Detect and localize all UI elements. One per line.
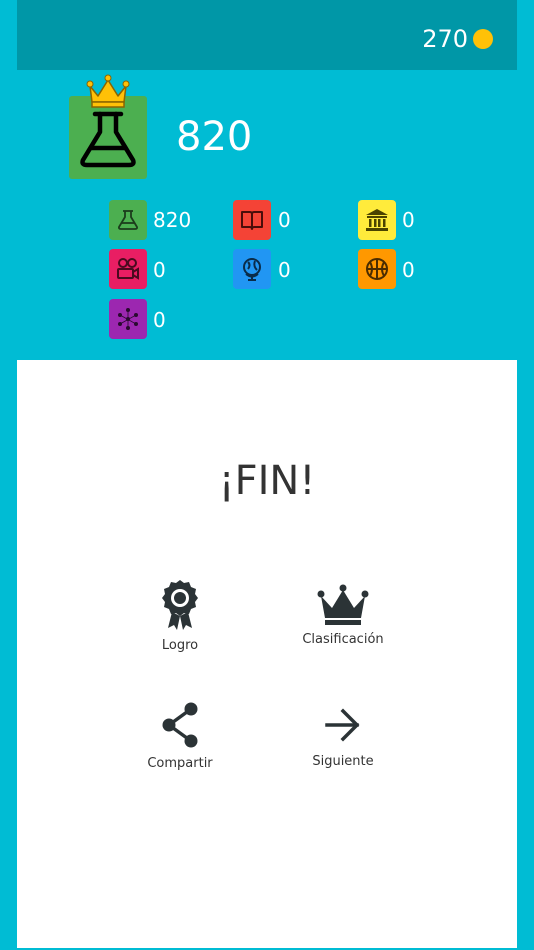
share-icon	[162, 702, 198, 748]
arrow-right-icon	[325, 708, 360, 742]
book-icon	[241, 211, 263, 230]
result-title: ¡FIN!	[218, 458, 316, 504]
ranking-button[interactable]: Clasificación	[273, 582, 413, 648]
category-geography-tile	[233, 249, 271, 289]
top-bar: 270	[17, 0, 517, 70]
museum-icon	[366, 209, 388, 231]
result-panel: ¡FIN! Logro Clasificación Compartir Sigu…	[17, 360, 517, 948]
coin-counter: 270	[422, 24, 493, 54]
main-score: 820	[176, 114, 253, 160]
gold-coin-icon	[473, 29, 493, 49]
category-score: 0	[278, 208, 291, 232]
category-score: 0	[402, 258, 415, 282]
category-sports-tile	[358, 249, 396, 289]
basketball-icon	[366, 258, 388, 280]
category-score: 820	[153, 208, 192, 232]
share-label: Compartir	[147, 756, 213, 771]
achievement-button[interactable]: Logro	[110, 578, 250, 654]
category-score: 0	[278, 258, 291, 282]
main-category-tile	[69, 96, 147, 179]
category-score: 0	[402, 208, 415, 232]
film-camera-icon	[117, 258, 139, 280]
category-score: 0	[153, 308, 166, 332]
crown-icon	[86, 74, 130, 108]
network-icon	[118, 308, 138, 330]
flask-icon	[80, 111, 136, 168]
ranking-label: Clasificación	[302, 632, 384, 647]
crown-icon	[317, 584, 369, 625]
achievement-label: Logro	[161, 638, 199, 653]
globe-icon	[243, 258, 261, 281]
category-literature-tile	[233, 200, 271, 240]
category-history-tile	[358, 200, 396, 240]
next-button[interactable]: Siguiente	[273, 702, 413, 770]
share-button[interactable]: Compartir	[110, 700, 250, 772]
next-label: Siguiente	[312, 754, 374, 769]
category-score: 0	[153, 258, 166, 282]
coin-count: 270	[422, 25, 468, 53]
flask-icon	[118, 210, 138, 230]
category-misc-tile	[109, 299, 147, 339]
category-science-tile	[109, 200, 147, 240]
category-entertainment-tile	[109, 249, 147, 289]
award-ribbon-icon	[162, 580, 198, 630]
